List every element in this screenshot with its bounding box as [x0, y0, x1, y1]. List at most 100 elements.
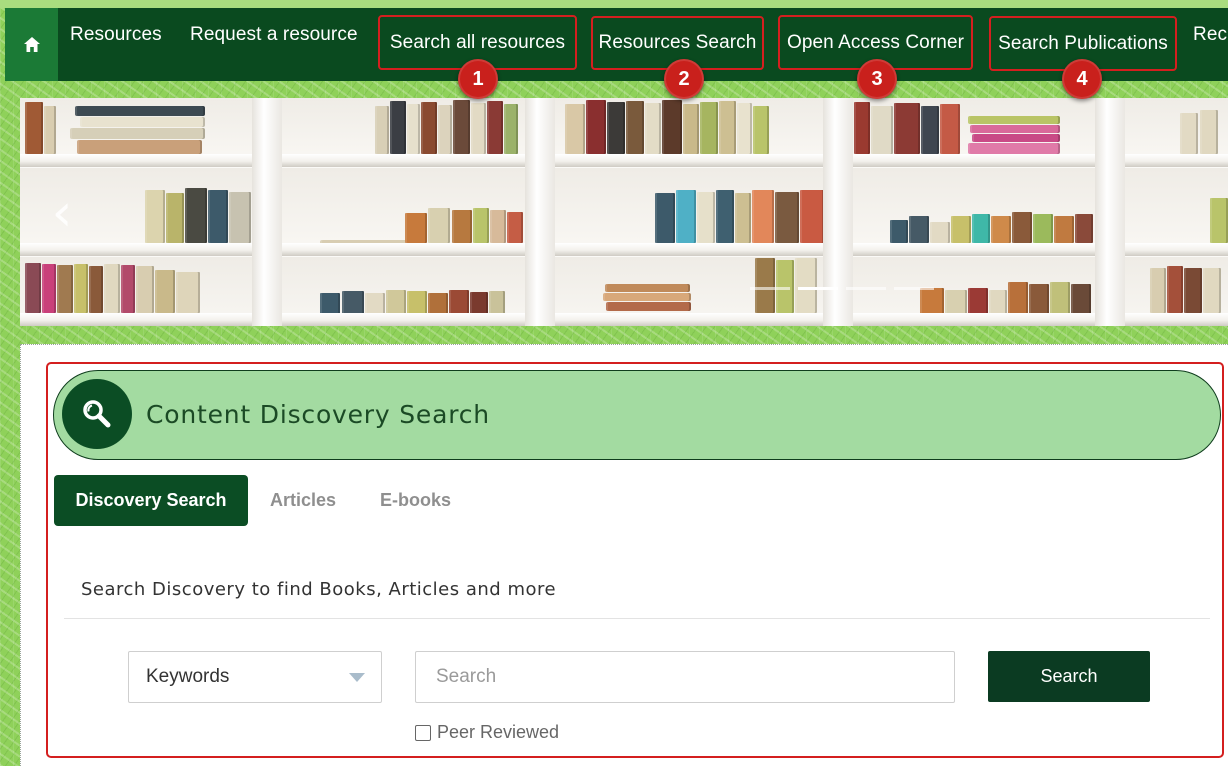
- book: [375, 106, 389, 154]
- book: [800, 190, 824, 243]
- nav-item-label: Resources Search: [598, 32, 757, 53]
- book: [586, 100, 606, 154]
- book: [991, 216, 1011, 243]
- annotation-badge-2: 2: [664, 59, 704, 99]
- book: [951, 216, 971, 243]
- select-value: Keywords: [146, 666, 230, 687]
- book: [390, 101, 406, 154]
- hero-banner-carousel: [20, 98, 1228, 326]
- top-accent-strip: [0, 0, 1228, 8]
- annotation-badge-4: 4: [1062, 59, 1102, 99]
- book: [606, 302, 691, 311]
- carousel-dot-active[interactable]: [798, 287, 838, 290]
- book: [968, 116, 1060, 124]
- book: [716, 190, 734, 243]
- divider: [64, 618, 1210, 619]
- tab-ebooks[interactable]: E-books: [380, 475, 451, 526]
- carousel-indicators: [750, 287, 934, 290]
- book: [25, 102, 43, 154]
- book: [626, 101, 644, 154]
- carousel-prev-icon[interactable]: ‹: [44, 186, 80, 240]
- book: [719, 101, 736, 154]
- book: [145, 190, 165, 243]
- book: [44, 106, 56, 154]
- nav-item-label: Open Access Corner: [786, 31, 965, 53]
- book: [697, 192, 715, 243]
- book: [645, 103, 661, 154]
- book: [229, 192, 251, 243]
- book: [74, 264, 88, 313]
- shelf-board: [20, 243, 1228, 256]
- book: [1200, 110, 1218, 154]
- book: [487, 101, 503, 154]
- book: [909, 216, 929, 243]
- discovery-intro-text: Search Discovery to find Books, Articles…: [81, 579, 557, 600]
- nav-item-request-resource[interactable]: Request a resource: [190, 8, 358, 61]
- book: [25, 263, 41, 313]
- book: [921, 106, 939, 154]
- book: [185, 188, 207, 243]
- book: [155, 270, 175, 313]
- book: [752, 190, 774, 243]
- discovery-title: Content Discovery Search: [146, 400, 490, 429]
- book: [490, 210, 506, 243]
- book: [1054, 216, 1074, 243]
- book: [1184, 268, 1202, 313]
- book: [176, 272, 200, 313]
- book: [662, 100, 682, 154]
- book: [890, 220, 908, 243]
- book: [871, 106, 893, 154]
- nav-item-label: Resources: [70, 23, 162, 45]
- book: [930, 222, 950, 243]
- book: [75, 106, 205, 116]
- book: [452, 210, 472, 243]
- search-magnifier-icon-svg: [83, 400, 111, 428]
- book: [565, 104, 585, 154]
- shelf-divider: [823, 98, 853, 326]
- tab-discovery-search[interactable]: Discovery Search: [54, 475, 248, 526]
- book: [104, 264, 120, 313]
- search-magnifier-icon: [62, 379, 132, 449]
- book: [121, 265, 135, 313]
- tab-label: Discovery Search: [75, 490, 227, 510]
- chevron-down-icon: [349, 673, 365, 682]
- book: [42, 264, 56, 313]
- carousel-dot[interactable]: [846, 287, 886, 290]
- peer-reviewed-checkbox[interactable]: [415, 724, 431, 741]
- book: [735, 193, 751, 243]
- nav-item-resources[interactable]: Resources: [70, 8, 162, 61]
- book: [683, 104, 699, 154]
- nav-item-label: Rec: [1193, 23, 1228, 45]
- book: [1167, 266, 1183, 313]
- search-field-select[interactable]: Keywords: [128, 651, 382, 703]
- peer-reviewed-option[interactable]: Peer Reviewed: [415, 722, 559, 743]
- peer-reviewed-label: Peer Reviewed: [437, 722, 560, 742]
- search-button[interactable]: Search: [988, 651, 1150, 702]
- book: [407, 104, 420, 154]
- carousel-dot[interactable]: [894, 287, 934, 290]
- shelf-divider: [252, 98, 282, 326]
- carousel-dot[interactable]: [750, 287, 790, 290]
- home-icon: [23, 37, 40, 52]
- annotation-badge-3: 3: [857, 59, 897, 99]
- book: [1012, 212, 1032, 243]
- book: [453, 100, 470, 154]
- book: [77, 140, 202, 154]
- shelf-board: [20, 154, 1228, 167]
- tab-label: E-books: [380, 490, 452, 510]
- nav-home-button[interactable]: [5, 8, 58, 81]
- book: [753, 106, 769, 154]
- book: [755, 258, 775, 313]
- tab-articles[interactable]: Articles: [270, 475, 336, 526]
- book: [507, 212, 523, 243]
- book: [208, 190, 228, 243]
- search-input[interactable]: [415, 651, 955, 703]
- book: [1180, 113, 1198, 154]
- book: [421, 102, 437, 154]
- book: [1203, 268, 1221, 313]
- book: [1075, 214, 1093, 243]
- nav-item-truncated[interactable]: Rec: [1193, 8, 1227, 61]
- book: [166, 193, 184, 243]
- book: [968, 143, 1060, 154]
- book: [136, 266, 154, 313]
